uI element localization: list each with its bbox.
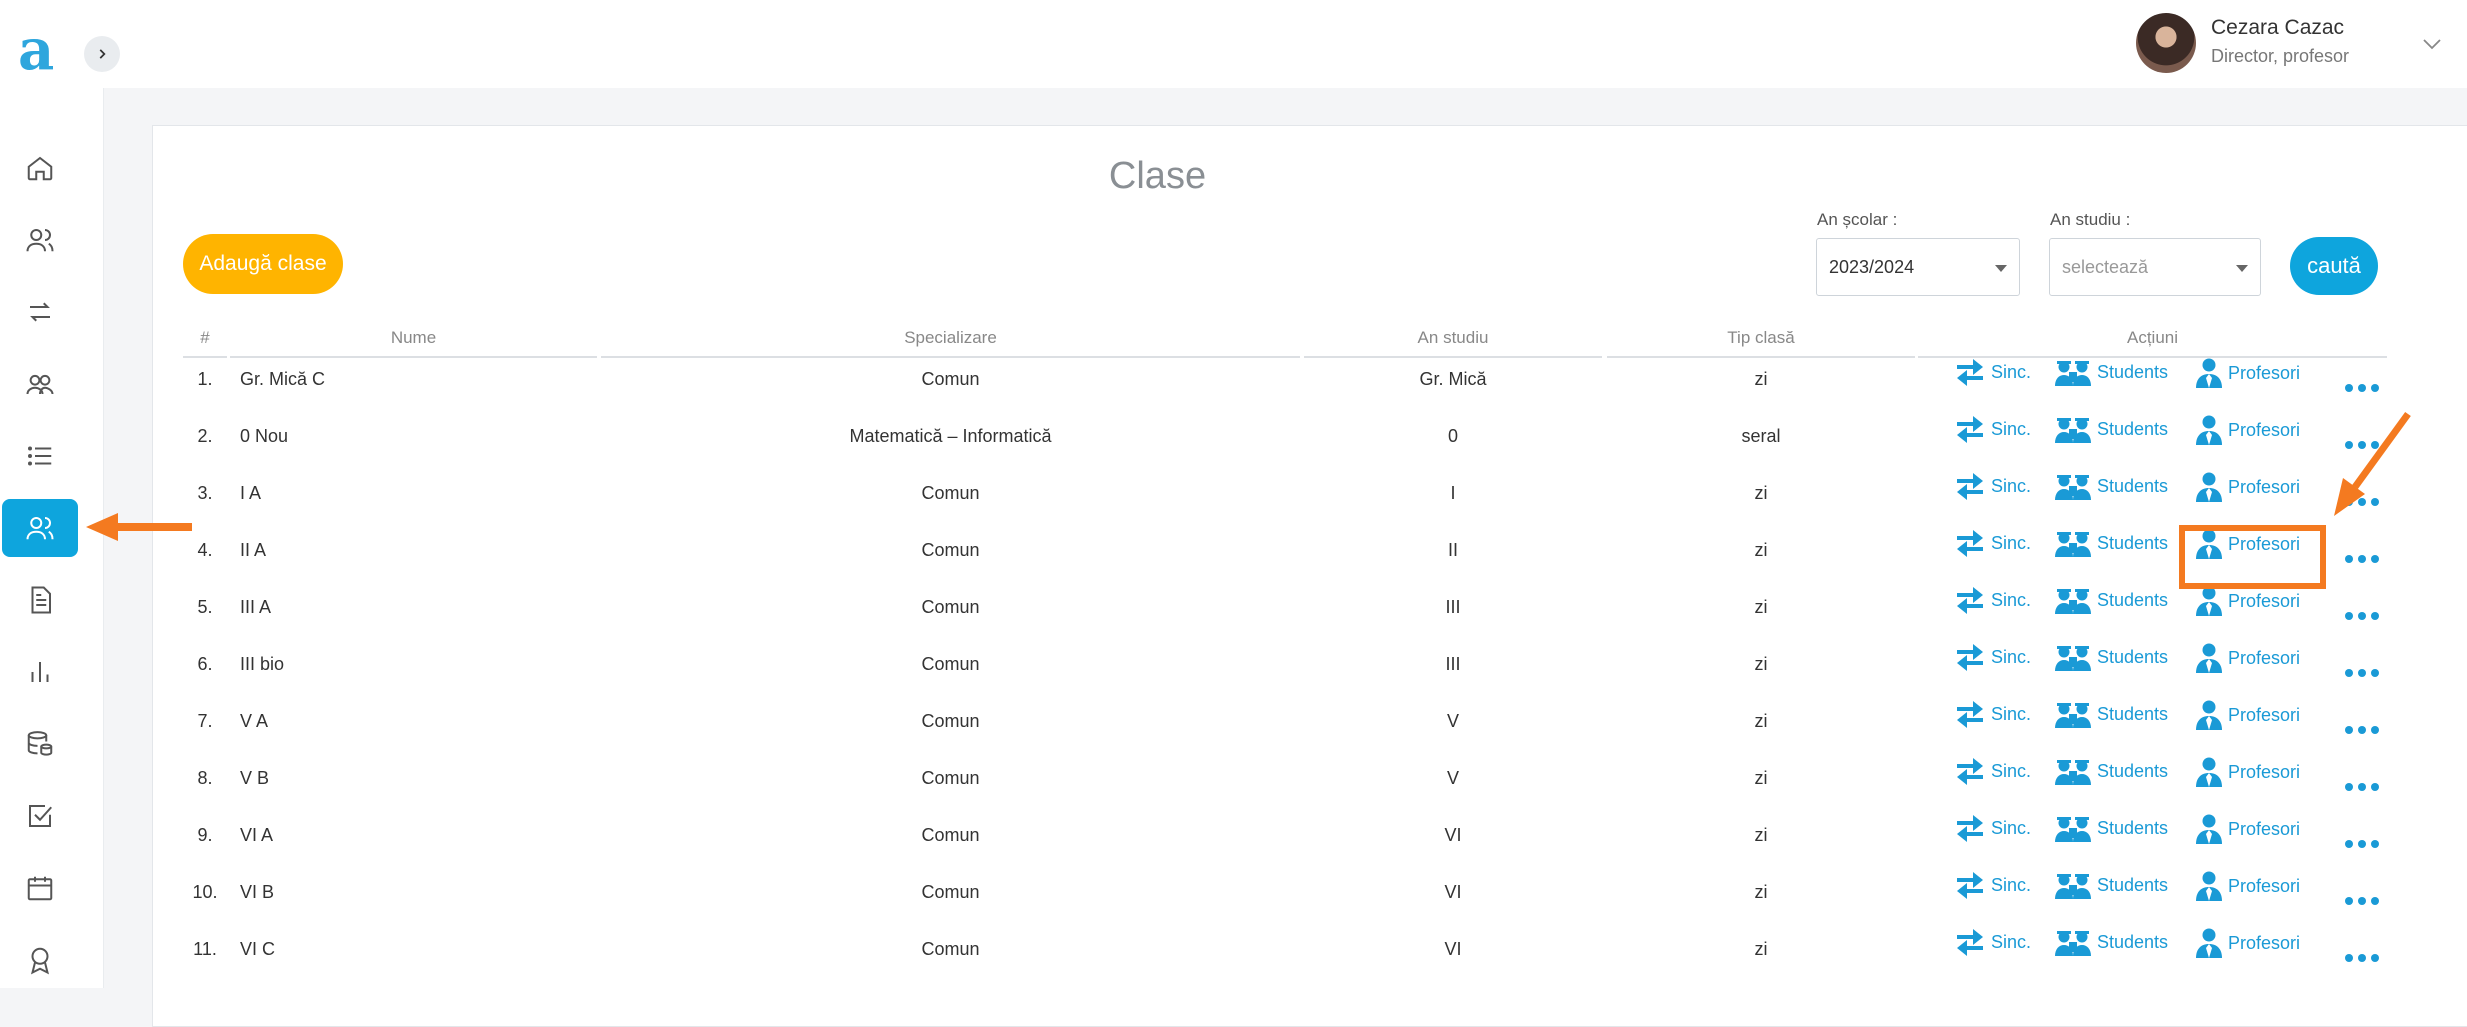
annotation-arrows [86, 411, 2411, 541]
arrow-pointer-icon [2334, 411, 2411, 516]
sidebar-toggle-button[interactable] [84, 36, 120, 72]
chevron-right-icon [99, 49, 106, 59]
arrow-pointer-icon [86, 513, 192, 541]
